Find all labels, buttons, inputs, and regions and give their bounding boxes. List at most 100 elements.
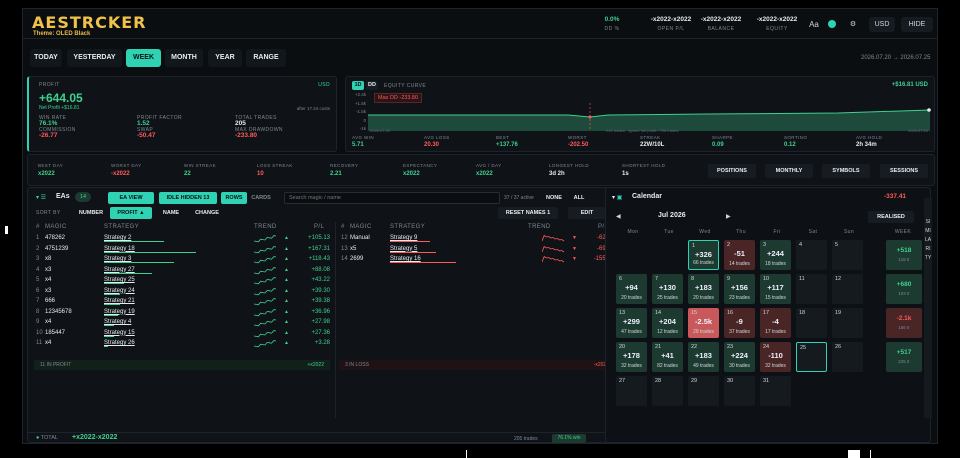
calendar-day[interactable]: 31 xyxy=(760,376,791,406)
positions-button[interactable]: POSITIONS xyxy=(708,164,756,178)
calendar-day[interactable]: 1 +326 66 trades xyxy=(688,240,719,270)
ea-row[interactable]: 1 478262 Strategy 2 ▲ +105.13 xyxy=(28,233,334,243)
equity-1d-button[interactable]: 1D xyxy=(352,81,364,90)
calendar-day[interactable]: 9 +156 23 trades xyxy=(724,274,755,304)
search-input[interactable] xyxy=(284,192,500,204)
calendar-day[interactable]: 19 xyxy=(832,308,863,338)
calendar-day[interactable]: 14 +204 12 trades xyxy=(652,308,683,338)
calendar-day[interactable]: 7 +130 25 trades xyxy=(652,274,683,304)
ea-row[interactable]: 7 666 Strategy 21 ▲ +39.38 xyxy=(28,296,334,306)
equity-dd-button[interactable]: DD xyxy=(366,81,378,90)
sort-profit-button[interactable]: PROFIT ▲ xyxy=(110,207,152,219)
calendar-day[interactable]: 11 xyxy=(796,274,827,304)
ea-row[interactable]: 6 x3 Strategy 24 ▲ +39.30 xyxy=(28,286,334,296)
realised-button[interactable]: REALISED xyxy=(868,211,914,223)
calendar-day[interactable]: 3 +244 18 trades xyxy=(760,240,791,270)
sessions-button[interactable]: SESSIONS xyxy=(880,164,928,178)
next-month-icon[interactable]: ▶ xyxy=(726,213,731,220)
sort-number-button[interactable]: NUMBER xyxy=(76,207,106,219)
calendar-day[interactable]: 29 xyxy=(688,376,719,406)
ea-row[interactable]: 5 x4 Strategy 25 ▲ +43.22 xyxy=(28,275,334,285)
week-total[interactable]: -2.1k 156 tr xyxy=(886,308,922,338)
select-all-button[interactable]: ALL xyxy=(571,192,587,204)
calendar-day[interactable]: 30 xyxy=(724,376,755,406)
rows-button[interactable]: ROWS xyxy=(221,192,247,204)
calendar-day[interactable]: 18 xyxy=(796,308,827,338)
day-trades: 12 trades xyxy=(657,329,678,335)
edit-button[interactable]: EDIT xyxy=(568,207,606,219)
ea-row[interactable]: 4 x3 Strategy 27 ▲ +88.08 xyxy=(28,265,334,275)
font-size-button[interactable]: Aa xyxy=(807,17,821,32)
symbols-button[interactable]: SYMBOLS xyxy=(822,164,870,178)
eas-panel: ▾ ☰ EAs 14 EA VIEW IDLE HIDDEN 13 ROWS C… xyxy=(27,187,619,443)
monthly-button[interactable]: MONTHLY xyxy=(765,164,813,178)
ea-view-button[interactable]: EA VIEW xyxy=(108,192,154,204)
calendar-day[interactable]: 20 +178 32 trades xyxy=(616,342,647,372)
hide-button[interactable]: HIDE xyxy=(901,17,933,32)
sort-name-button[interactable]: NAME xyxy=(156,207,186,219)
calendar-day[interactable]: 28 xyxy=(652,376,683,406)
calendar-day[interactable]: 26 xyxy=(832,342,863,372)
collapse-icon[interactable]: ▾ ☰ xyxy=(36,194,46,201)
idle-hidden-button[interactable]: IDLE HIDDEN 13 xyxy=(159,192,217,204)
calendar-day[interactable]: 13 +299 47 trades xyxy=(616,308,647,338)
reset-names-button[interactable]: RESET NAMES 1 xyxy=(498,207,558,219)
ea-row[interactable]: 3 x8 Strategy 3 ▲ +118.43 xyxy=(28,254,334,264)
ea-row[interactable]: 10 185447 Strategy 15 ▲ +27.36 xyxy=(28,328,334,338)
calendar-day[interactable]: 21 +41 82 trades xyxy=(652,342,683,372)
ea-num: 5 xyxy=(36,277,40,283)
in-profit-bar: 11 IN PROFIT +x2022 xyxy=(34,360,330,370)
calendar-day[interactable]: 15 -2.5k 28 trades xyxy=(688,308,719,338)
calendar-day[interactable]: 2 -51 14 trades xyxy=(724,240,755,270)
ea-row[interactable]: 12 Manual Strategy 9 ▼ -62.21 xyxy=(334,233,618,243)
ea-strategy[interactable]: Strategy 26 xyxy=(104,338,135,348)
summary-stat-label: BEST DAY xyxy=(38,163,64,168)
calendar-day[interactable]: 6 +94 20 trades xyxy=(616,274,647,304)
day-number: 15 xyxy=(691,310,698,316)
prev-month-icon[interactable]: ◀ xyxy=(616,213,621,220)
trend-up-icon: ▲ xyxy=(284,319,289,325)
tab-today[interactable]: TODAY xyxy=(30,49,62,67)
ea-num: 1 xyxy=(36,235,40,241)
week-total[interactable]: +680 103 tr xyxy=(886,274,922,304)
calendar-day[interactable]: 5 xyxy=(832,240,863,270)
ea-row[interactable]: 11 x4 Strategy 26 ▲ +3.28 xyxy=(28,338,334,348)
ea-row[interactable]: 2 4751239 Strategy 18 ▲ +167.31 xyxy=(28,244,334,254)
cards-button[interactable]: CARDS xyxy=(250,192,272,204)
tab-month[interactable]: MONTH xyxy=(165,49,203,67)
week-total[interactable]: +517 225 tr xyxy=(886,342,922,372)
calendar-day[interactable]: 16 -9 37 trades xyxy=(724,308,755,338)
max-dd-badge: Max DD -233.80 xyxy=(374,93,423,103)
calendar-day[interactable]: 8 +183 20 trades xyxy=(688,274,719,304)
ea-row[interactable]: 13 x5 Strategy 5 ▼ -69.40 xyxy=(334,244,618,254)
calendar-day[interactable]: 10 +117 15 trades xyxy=(760,274,791,304)
calendar-day[interactable]: 4 xyxy=(796,240,827,270)
calendar-day[interactable]: 17 -4 17 trades xyxy=(760,308,791,338)
ea-row[interactable]: 14 2699 Strategy 16 ▼ -155.43 xyxy=(334,254,618,264)
calendar-day[interactable]: 24 -110 32 trades xyxy=(760,342,791,372)
calendar-day[interactable]: 25 xyxy=(796,342,827,372)
settings-gear-icon[interactable]: ⚙ xyxy=(847,17,859,32)
select-none-button[interactable]: NONE xyxy=(544,192,564,204)
ea-row[interactable]: 8 12345678 Strategy 19 ▲ +36.96 xyxy=(28,307,334,317)
ea-magic: 185447 xyxy=(45,329,66,336)
similarity-sidebar[interactable]: SIMILARITY xyxy=(924,198,932,418)
calendar-day[interactable]: 12 xyxy=(832,274,863,304)
tab-range[interactable]: RANGE xyxy=(246,49,286,67)
currency-button[interactable]: USD xyxy=(869,17,895,32)
equity-curve-chart[interactable] xyxy=(368,103,932,131)
y-tick: -1.5k xyxy=(355,109,366,114)
calendar-day[interactable]: 23 +224 30 trades xyxy=(724,342,755,372)
summary-stat-value: 1s xyxy=(622,171,629,177)
calendar-day[interactable]: 22 +183 49 trades xyxy=(688,342,719,372)
date-range[interactable]: 2026.07.20 → 2026.07.25 xyxy=(861,55,930,61)
tab-yesterday[interactable]: YESTERDAY xyxy=(67,49,122,67)
calendar-day[interactable]: 27 xyxy=(616,376,647,406)
sort-change-button[interactable]: CHANGE xyxy=(190,207,224,219)
ea-num: 6 xyxy=(36,287,40,294)
tab-year[interactable]: YEAR xyxy=(208,49,242,67)
calendar-collapse-icon[interactable]: ▾ ▣ xyxy=(612,194,622,201)
ea-row[interactable]: 9 x4 Strategy 4 ▲ +27.98 xyxy=(28,317,334,327)
tab-week[interactable]: WEEK xyxy=(126,49,161,67)
week-total[interactable]: +518 118 tr xyxy=(886,240,922,270)
